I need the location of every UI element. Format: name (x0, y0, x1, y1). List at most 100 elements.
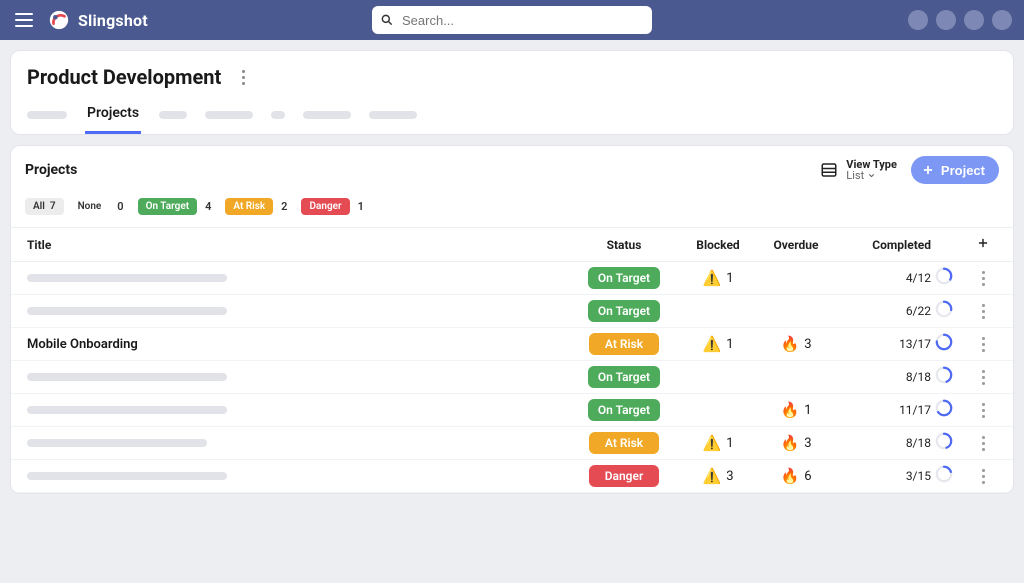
add-project-button[interactable]: Project (911, 156, 999, 184)
page-title: Product Development (27, 65, 221, 89)
row-more-button[interactable] (969, 370, 997, 385)
progress-ring (935, 300, 953, 318)
status-pill[interactable]: At Risk (589, 333, 659, 355)
fire-icon: 🔥 (781, 469, 800, 484)
slingshot-logo-icon (48, 9, 70, 31)
hamburger-icon[interactable] (12, 8, 36, 32)
col-blocked[interactable]: Blocked (679, 238, 757, 252)
list-view-icon (820, 161, 838, 179)
top-bar: Slingshot (0, 0, 1024, 40)
completed-count: 3/15 (835, 469, 935, 483)
status-pill[interactable]: On Target (588, 366, 660, 388)
add-column-button[interactable] (969, 236, 997, 253)
row-more-button[interactable] (969, 403, 997, 418)
progress-ring (935, 333, 953, 351)
fire-icon: 🔥 (781, 403, 800, 418)
avatar[interactable] (992, 10, 1012, 30)
table-body: On Target ⚠️ 1 4/12 On Target 6/22 Mobile Onbo… (11, 262, 1013, 493)
global-search[interactable] (372, 6, 652, 34)
blocked-count: 1 (726, 337, 733, 352)
col-status[interactable]: Status (569, 238, 679, 252)
table-row[interactable]: On Target8/18 (11, 361, 1013, 394)
table-row[interactable]: Mobile OnboardingAt Risk⚠️1🔥313/17 (11, 328, 1013, 361)
tab-projects[interactable]: Projects (85, 105, 141, 134)
row-more-button[interactable] (969, 304, 997, 319)
row-more-button[interactable] (969, 436, 997, 451)
overdue-count: 3 (804, 436, 811, 451)
fire-icon: 🔥 (781, 436, 800, 451)
completed-count: 11/17 (835, 403, 935, 417)
tab-placeholder[interactable] (271, 111, 285, 119)
table-row[interactable]: On Target ⚠️ 1 4/12 (11, 262, 1013, 295)
table-row[interactable]: At Risk ⚠️ 1 🔥 3 8/18 (11, 427, 1013, 460)
chevron-down-icon (867, 171, 876, 180)
header-avatars (908, 10, 1012, 30)
col-overdue[interactable]: Overdue (757, 238, 835, 252)
progress-ring (935, 267, 953, 285)
panel-title: Projects (25, 162, 77, 178)
tab-placeholder[interactable] (205, 111, 253, 119)
plus-icon (921, 163, 935, 177)
avatar[interactable] (936, 10, 956, 30)
col-title[interactable]: Title (27, 238, 569, 252)
row-more-button[interactable] (969, 271, 997, 286)
warning-icon: ⚠️ (703, 436, 722, 451)
row-more-button[interactable] (969, 337, 997, 352)
brand[interactable]: Slingshot (48, 9, 148, 31)
filter-none[interactable]: None0 (78, 198, 124, 215)
filter-all[interactable]: All 7 (25, 198, 64, 215)
page-header: Product Development Projects (10, 50, 1014, 135)
view-type-value: List (846, 170, 864, 181)
table-row[interactable]: Danger ⚠️ 3 🔥 6 3/15 (11, 460, 1013, 493)
projects-panel: Projects View Type List Project All 7 No… (10, 145, 1014, 494)
status-pill[interactable]: At Risk (589, 432, 659, 454)
completed-count: 8/18 (835, 436, 935, 450)
blocked-count: 3 (726, 469, 733, 484)
col-completed[interactable]: Completed (835, 238, 935, 252)
completed-count: 13/17 (835, 337, 935, 351)
completed-count: 6/22 (835, 304, 935, 318)
title-placeholder (27, 406, 227, 414)
filter-at-risk[interactable]: At Risk2 (225, 198, 287, 215)
tab-placeholder[interactable] (303, 111, 351, 119)
title-placeholder (27, 439, 207, 447)
progress-ring (935, 432, 953, 450)
overdue-count: 6 (804, 469, 811, 484)
blocked-count: 1 (726, 436, 733, 451)
row-more-button[interactable] (969, 469, 997, 484)
tab-placeholder[interactable] (369, 111, 417, 119)
filter-danger[interactable]: Danger1 (301, 198, 363, 215)
warning-icon: ⚠️ (703, 337, 722, 352)
status-pill[interactable]: On Target (588, 267, 660, 289)
overdue-count: 1 (804, 403, 811, 418)
title-placeholder (27, 307, 227, 315)
filter-on-target[interactable]: On Target4 (138, 198, 212, 215)
plus-icon (976, 236, 990, 250)
status-pill[interactable]: On Target (588, 399, 660, 421)
avatar[interactable] (964, 10, 984, 30)
fire-icon: 🔥 (781, 337, 800, 352)
table-header: Title Status Blocked Overdue Completed (11, 227, 1013, 262)
warning-icon: ⚠️ (703, 469, 722, 484)
blocked-count: 1 (726, 271, 733, 286)
status-pill[interactable]: On Target (588, 300, 660, 322)
search-icon (380, 13, 394, 27)
view-type-switcher[interactable]: View Type List (820, 159, 897, 181)
table-row[interactable]: On Target 6/22 (11, 295, 1013, 328)
progress-ring (935, 465, 953, 483)
title-placeholder (27, 373, 227, 381)
avatar[interactable] (908, 10, 928, 30)
table-row[interactable]: On Target 🔥 1 11/17 (11, 394, 1013, 427)
title-placeholder (27, 274, 227, 282)
progress-ring (935, 366, 953, 384)
tab-placeholder[interactable] (27, 111, 67, 119)
search-input[interactable] (400, 12, 644, 29)
tab-bar: Projects (27, 105, 997, 134)
status-pill[interactable]: Danger (589, 465, 659, 487)
title-placeholder (27, 472, 227, 480)
tab-placeholder[interactable] (159, 111, 187, 119)
page-more-button[interactable] (233, 67, 253, 87)
project-title: Mobile Onboarding (27, 337, 138, 352)
warning-icon: ⚠️ (703, 271, 722, 286)
completed-count: 4/12 (835, 271, 935, 285)
